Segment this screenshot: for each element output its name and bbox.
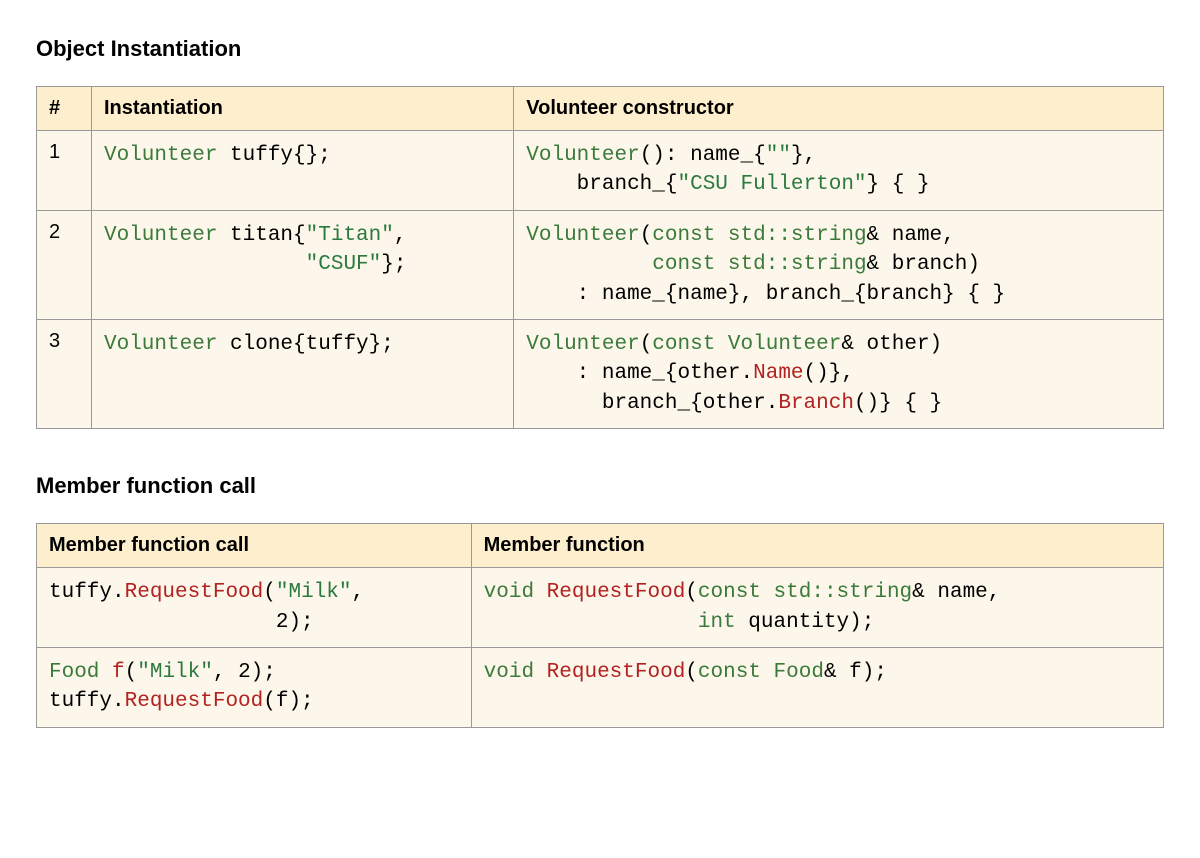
constructor-cell: Volunteer(const Volunteer& other) : name… bbox=[514, 319, 1164, 428]
call-cell: Food f("Milk", 2); tuffy.RequestFood(f); bbox=[37, 647, 472, 727]
col-header-instantiation: Instantiation bbox=[92, 87, 514, 131]
col-header-call: Member function call bbox=[37, 524, 472, 568]
member-call-table: Member function call Member function tuf… bbox=[36, 523, 1164, 728]
section-title-instantiation: Object Instantiation bbox=[36, 36, 1164, 62]
instantiation-cell: Volunteer tuffy{}; bbox=[92, 131, 514, 211]
section-title-member-call: Member function call bbox=[36, 473, 1164, 499]
col-header-constructor: Volunteer constructor bbox=[514, 87, 1164, 131]
row-number: 1 bbox=[37, 131, 92, 211]
instantiation-cell: Volunteer titan{"Titan", "CSUF"}; bbox=[92, 210, 514, 319]
row-number: 2 bbox=[37, 210, 92, 319]
constructor-cell: Volunteer(): name_{""}, branch_{"CSU Ful… bbox=[514, 131, 1164, 211]
row-number: 3 bbox=[37, 319, 92, 428]
decl-cell: void RequestFood(const Food& f); bbox=[471, 647, 1163, 727]
call-cell: tuffy.RequestFood("Milk", 2); bbox=[37, 568, 472, 648]
table-row: tuffy.RequestFood("Milk", 2);void Reques… bbox=[37, 568, 1164, 648]
col-header-num: # bbox=[37, 87, 92, 131]
table-row: Food f("Milk", 2); tuffy.RequestFood(f);… bbox=[37, 647, 1164, 727]
table-row: 1Volunteer tuffy{};Volunteer(): name_{""… bbox=[37, 131, 1164, 211]
instantiation-table: # Instantiation Volunteer constructor 1V… bbox=[36, 86, 1164, 429]
constructor-cell: Volunteer(const std::string& name, const… bbox=[514, 210, 1164, 319]
table-row: 2Volunteer titan{"Titan", "CSUF"};Volunt… bbox=[37, 210, 1164, 319]
col-header-decl: Member function bbox=[471, 524, 1163, 568]
instantiation-cell: Volunteer clone{tuffy}; bbox=[92, 319, 514, 428]
decl-cell: void RequestFood(const std::string& name… bbox=[471, 568, 1163, 648]
table-row: 3Volunteer clone{tuffy};Volunteer(const … bbox=[37, 319, 1164, 428]
